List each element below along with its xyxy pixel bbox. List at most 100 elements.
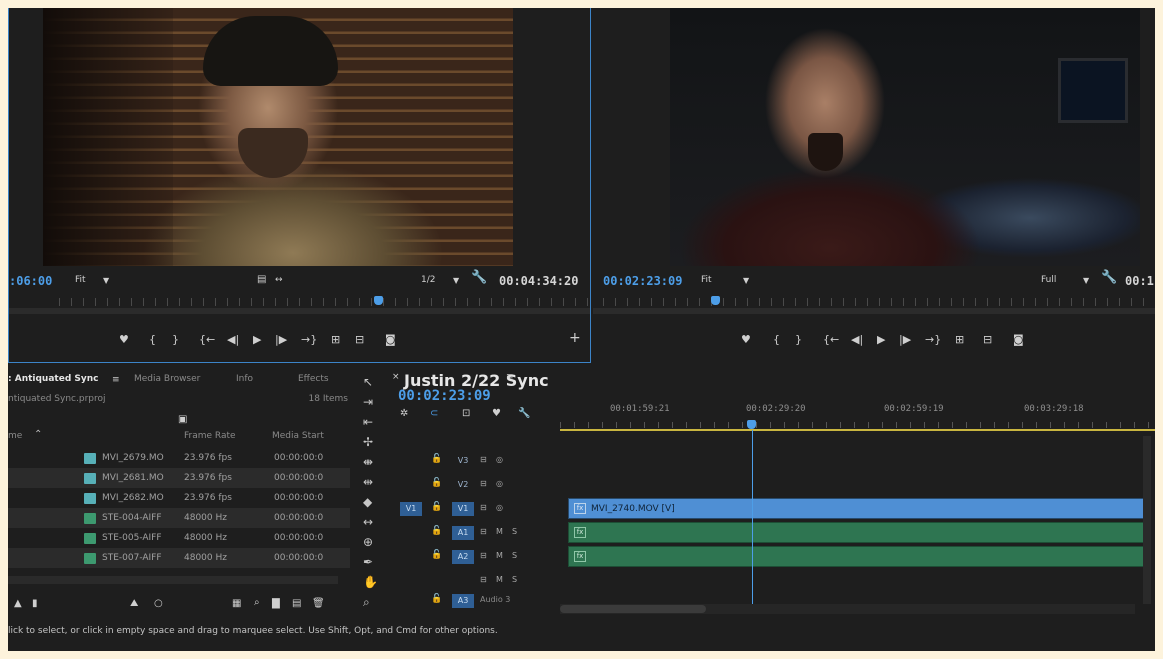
eye-icon[interactable]: ◎ xyxy=(496,455,503,464)
lock-icon[interactable]: 🔓 xyxy=(431,526,442,536)
mark-in-icon[interactable]: { xyxy=(773,334,780,346)
zoom-tool-icon[interactable]: ⌕ xyxy=(363,596,370,608)
mute-button[interactable]: M xyxy=(496,551,503,560)
track-target-v1[interactable]: V1 xyxy=(452,502,474,516)
program-zoom-select[interactable]: Fit xyxy=(701,275,712,285)
project-list-item[interactable]: MVI_2681.MO 23.976 fps 00:00:00:0 xyxy=(8,468,350,488)
project-list-item[interactable]: STE-005-AIFF 48000 Hz 00:00:00:0 xyxy=(8,528,350,548)
insert-icon[interactable]: ⊞ xyxy=(331,334,340,346)
panel-menu-icon[interactable]: ≡ xyxy=(506,371,514,383)
scrollbar-thumb[interactable] xyxy=(560,605,706,613)
chevron-down-icon[interactable]: ▼ xyxy=(1083,275,1089,287)
rate-stretch-tool-icon[interactable]: ⇹ xyxy=(363,476,373,488)
timeline-vertical-scrollbar[interactable] xyxy=(1143,436,1151,604)
camera-icon[interactable]: ◙ xyxy=(385,334,396,346)
wrench-icon[interactable]: 🔧 xyxy=(518,408,530,420)
lock-icon[interactable]: 🔓 xyxy=(431,594,442,604)
tab-effects[interactable]: Effects xyxy=(298,374,329,384)
step-back-icon[interactable]: ◀| xyxy=(227,334,239,346)
track-target-v3[interactable]: V3 xyxy=(452,454,474,468)
source-patch-v1[interactable]: V1 xyxy=(400,502,422,516)
sort-ascending-icon[interactable]: ⌃ xyxy=(34,429,42,440)
sync-lock-icon[interactable]: ⊟ xyxy=(480,503,487,512)
solo-button[interactable]: S xyxy=(512,527,517,536)
sync-lock-icon[interactable]: ⊟ xyxy=(480,527,487,536)
sync-lock-icon[interactable]: ⊟ xyxy=(480,575,487,584)
hand-tool-icon[interactable]: ✋ xyxy=(363,576,378,588)
camera-icon[interactable]: ◙ xyxy=(1013,334,1024,346)
sync-lock-icon[interactable]: ⊟ xyxy=(480,551,487,560)
search-icon[interactable]: ⌕ xyxy=(254,597,260,609)
automate-icon[interactable]: ▦ xyxy=(232,598,241,610)
mute-button[interactable]: M xyxy=(496,527,503,536)
mark-in-icon[interactable]: { xyxy=(149,334,156,346)
step-forward-icon[interactable]: |▶ xyxy=(899,334,911,346)
drag-video-icon[interactable]: ▤ xyxy=(257,274,266,286)
go-to-in-icon[interactable]: {← xyxy=(199,334,215,346)
audio-clip[interactable]: fx xyxy=(568,546,1149,567)
project-list-item[interactable]: MVI_2682.MO 23.976 fps 00:00:00:0 xyxy=(8,488,350,508)
eye-icon[interactable]: ◎ xyxy=(496,503,503,512)
step-back-icon[interactable]: ◀| xyxy=(851,334,863,346)
track-select-back-tool-icon[interactable]: ⇤ xyxy=(363,416,373,428)
column-media-start[interactable]: Media Start xyxy=(272,431,324,441)
tab-info[interactable]: Info xyxy=(236,374,253,384)
source-playhead-timecode[interactable]: :06:00 xyxy=(9,274,52,288)
sync-lock-icon[interactable]: ⊟ xyxy=(480,479,487,488)
timeline-playhead-line[interactable] xyxy=(752,430,753,605)
lock-icon[interactable]: ▲ xyxy=(14,598,22,610)
track-select-tool-icon[interactable]: ⇥ xyxy=(363,396,373,408)
source-time-ruler[interactable] xyxy=(9,296,590,314)
slide-tool-icon[interactable]: ⊕ xyxy=(363,536,373,548)
nest-icon[interactable]: ✲ xyxy=(400,408,408,420)
selection-tool-icon[interactable]: ↖ xyxy=(363,376,373,388)
new-bin-icon[interactable]: ▣ xyxy=(178,414,187,426)
zoom-slider-icon[interactable]: ⛰ xyxy=(130,598,138,610)
audio-clip[interactable]: fx xyxy=(568,522,1149,543)
drag-audio-icon[interactable]: ↔ xyxy=(275,274,283,286)
lock-icon[interactable]: 🔓 xyxy=(431,454,442,464)
step-forward-icon[interactable]: |▶ xyxy=(275,334,287,346)
lock-icon[interactable]: 🔓 xyxy=(431,502,442,512)
go-to-out-icon[interactable]: →} xyxy=(301,334,317,346)
panel-menu-icon[interactable]: ≡ xyxy=(112,374,120,386)
solo-button[interactable]: S xyxy=(512,575,517,584)
program-playhead[interactable] xyxy=(711,296,720,305)
source-zoom-select[interactable]: Fit xyxy=(75,275,86,285)
chevron-down-icon[interactable]: ▼ xyxy=(453,275,459,287)
timeline-playhead-timecode[interactable]: 00:02:23:09 xyxy=(398,388,491,404)
source-playhead[interactable] xyxy=(374,296,383,305)
lock-icon[interactable]: 🔓 xyxy=(431,478,442,488)
eye-icon[interactable]: ◎ xyxy=(496,479,503,488)
list-view-icon[interactable]: ▮ xyxy=(32,598,38,610)
mark-out-icon[interactable]: } xyxy=(795,334,802,346)
zoom-scrollbar[interactable] xyxy=(593,308,1155,314)
chevron-down-icon[interactable]: ▼ xyxy=(743,275,749,287)
tab-media-browser[interactable]: Media Browser xyxy=(134,374,200,384)
lock-icon[interactable]: 🔓 xyxy=(431,550,442,560)
program-playhead-timecode[interactable]: 00:02:23:09 xyxy=(603,274,682,288)
new-bin-icon[interactable]: ▇ xyxy=(272,598,280,610)
mark-out-icon[interactable]: } xyxy=(172,334,179,346)
track-target-a2[interactable]: A2 xyxy=(452,550,474,564)
chevron-down-icon[interactable]: ▼ xyxy=(103,275,109,287)
overwrite-icon[interactable]: ⊟ xyxy=(355,334,364,346)
add-marker-icon[interactable]: ♥ xyxy=(741,334,751,346)
track-target-v2[interactable]: V2 xyxy=(452,478,474,492)
linked-selection-icon[interactable]: ⊡ xyxy=(462,408,470,420)
program-resolution-select[interactable]: Full xyxy=(1041,275,1056,285)
project-list-item[interactable]: STE-004-AIFF 48000 Hz 00:00:00:0 xyxy=(8,508,350,528)
snap-icon[interactable]: ⊂ xyxy=(430,408,438,420)
razor-tool-icon[interactable]: ◆ xyxy=(363,496,372,508)
wrench-icon[interactable]: 🔧 xyxy=(1101,271,1117,284)
sync-lock-icon[interactable]: ⊟ xyxy=(480,455,487,464)
source-resolution-select[interactable]: 1/2 xyxy=(421,275,435,285)
video-clip[interactable]: fx MVI_2740.MOV [V] xyxy=(568,498,1149,519)
play-icon[interactable]: ▶ xyxy=(877,334,885,346)
mute-button[interactable]: M xyxy=(496,575,503,584)
ripple-edit-tool-icon[interactable]: ✢ xyxy=(363,436,373,448)
zoom-handle-icon[interactable]: ○ xyxy=(154,598,163,610)
add-marker-icon[interactable]: ♥ xyxy=(119,334,129,346)
track-target-a3[interactable]: A3 xyxy=(452,594,474,608)
play-icon[interactable]: ▶ xyxy=(253,334,261,346)
